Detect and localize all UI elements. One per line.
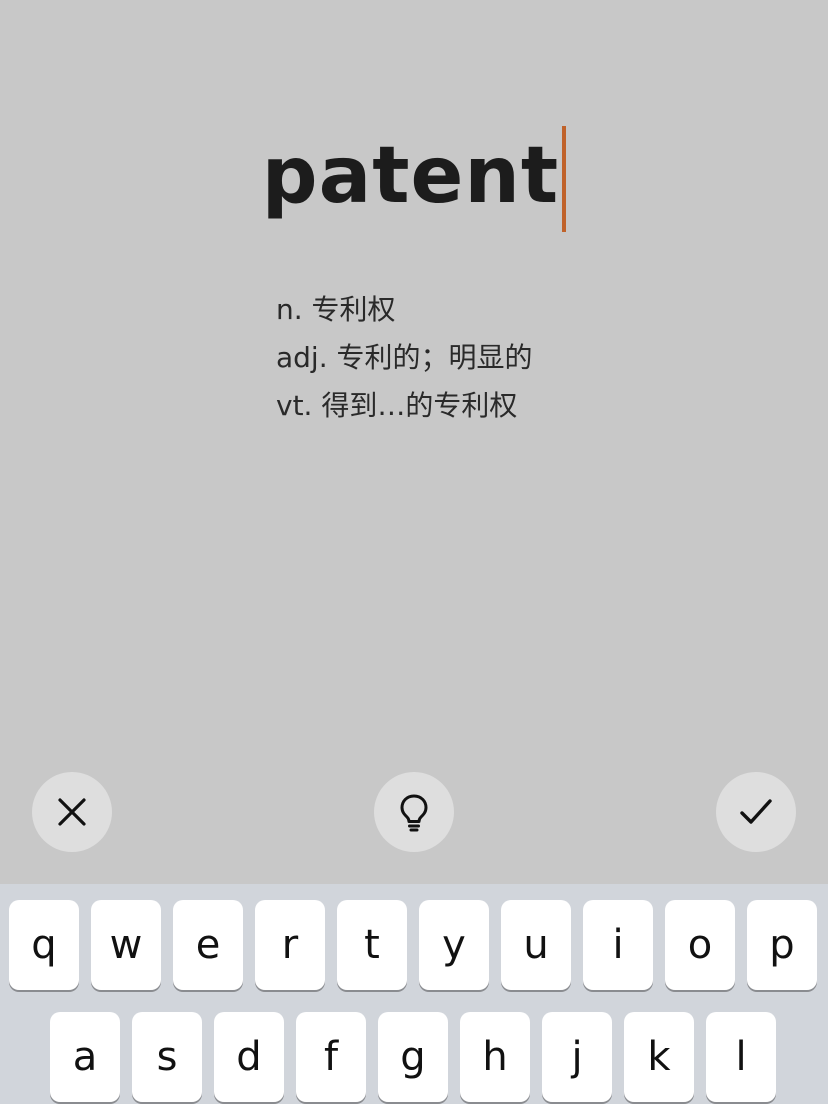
checkmark-icon (740, 799, 772, 824)
key-k[interactable]: k (624, 1012, 694, 1102)
key-y[interactable]: y (419, 900, 489, 990)
definitions: n. 专利权 adj. 专利的；明显的 vt. 得到…的专利权 (276, 286, 533, 430)
definition-verb: vt. 得到…的专利权 (276, 389, 518, 422)
keyboard: q w e r t y u i o p a s d f g h j k l (0, 884, 828, 1104)
key-g[interactable]: g (378, 1012, 448, 1102)
word-display: patent (0, 120, 828, 232)
key-s[interactable]: s (132, 1012, 202, 1102)
key-q[interactable]: q (9, 900, 79, 990)
lightbulb-icon (400, 794, 428, 832)
key-j[interactable]: j (542, 1012, 612, 1102)
key-i[interactable]: i (583, 900, 653, 990)
key-h[interactable]: h (460, 1012, 530, 1102)
key-r[interactable]: r (255, 900, 325, 990)
key-d[interactable]: d (214, 1012, 284, 1102)
definition-adjective: adj. 专利的；明显的 (276, 341, 533, 374)
key-f[interactable]: f (296, 1012, 366, 1102)
key-e[interactable]: e (173, 900, 243, 990)
key-w[interactable]: w (91, 900, 161, 990)
hint-button[interactable] (374, 772, 454, 852)
close-icon (58, 798, 86, 826)
key-a[interactable]: a (50, 1012, 120, 1102)
confirm-button[interactable] (716, 772, 796, 852)
key-p[interactable]: p (747, 900, 817, 990)
key-o[interactable]: o (665, 900, 735, 990)
key-u[interactable]: u (501, 900, 571, 990)
definition-noun: n. 专利权 (276, 293, 396, 326)
key-l[interactable]: l (706, 1012, 776, 1102)
dismiss-button[interactable] (32, 772, 112, 852)
text-caret (562, 126, 567, 232)
key-t[interactable]: t (337, 900, 407, 990)
word-text: patent (261, 131, 560, 221)
